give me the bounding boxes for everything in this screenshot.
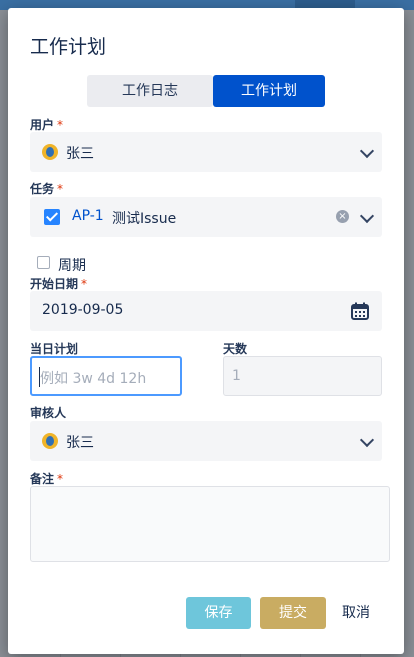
period-checkbox[interactable]: [37, 256, 50, 269]
reviewer-select[interactable]: 张三: [30, 421, 382, 461]
calendar-icon[interactable]: [351, 302, 369, 320]
daily-plan-label: 当日计划: [30, 342, 79, 356]
daily-plan-input[interactable]: 例如 3w 4d 12h: [30, 356, 182, 396]
chevron-down-icon[interactable]: [359, 208, 375, 224]
task-label: 任务 *: [30, 182, 64, 196]
start-date-field[interactable]: 2019-09-05: [30, 291, 382, 331]
tab-work-log[interactable]: 工作日志: [87, 75, 213, 107]
days-input: 1: [223, 356, 382, 396]
avatar: [42, 144, 58, 160]
dialog-title: 工作计划: [30, 36, 107, 58]
start-date-label: 开始日期 *: [30, 277, 88, 291]
daily-plan-placeholder: 例如 3w 4d 12h: [40, 371, 147, 387]
days-label: 天数: [223, 342, 248, 356]
save-button[interactable]: 保存: [186, 597, 251, 629]
tab-work-plan[interactable]: 工作计划: [213, 75, 325, 107]
cancel-button[interactable]: 取消: [334, 597, 378, 629]
days-placeholder: 1: [232, 368, 241, 384]
submit-button[interactable]: 提交: [260, 597, 326, 629]
mode-switch: 工作日志 工作计划: [87, 75, 325, 107]
start-date-value: 2019-09-05: [42, 302, 124, 318]
clear-icon[interactable]: ×: [336, 210, 349, 223]
issue-summary: 测试Issue: [112, 211, 177, 227]
user-value: 张三: [66, 146, 94, 162]
avatar: [42, 433, 58, 449]
chevron-down-icon[interactable]: [359, 432, 375, 448]
work-plan-dialog: 工作计划 工作日志 工作计划 用户 * 张三 任务 * AP-1 测试Issue ×…: [8, 8, 404, 654]
user-select[interactable]: 张三: [30, 132, 382, 172]
period-label[interactable]: 周期: [58, 255, 86, 275]
task-checkbox[interactable]: [44, 209, 60, 225]
task-select[interactable]: AP-1 测试Issue ×: [30, 197, 382, 237]
remark-textarea[interactable]: [30, 486, 390, 562]
reviewer-label: 审核人: [30, 406, 67, 420]
reviewer-value: 张三: [66, 435, 94, 451]
user-label: 用户 *: [30, 118, 64, 132]
chevron-down-icon[interactable]: [359, 143, 375, 159]
remark-label: 备注 *: [30, 472, 64, 486]
issue-key[interactable]: AP-1: [72, 208, 104, 224]
